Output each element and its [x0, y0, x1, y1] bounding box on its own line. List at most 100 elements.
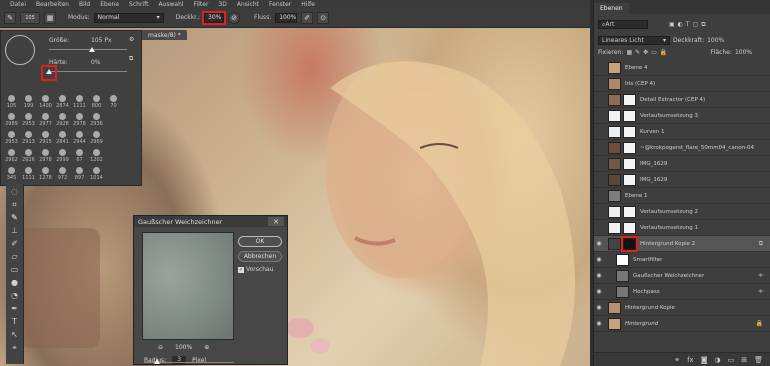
layer-row[interactable]: ◉ Gaußscher Weichzeichner ≑: [594, 268, 770, 284]
zoom-out-icon[interactable]: ⊖: [158, 344, 163, 351]
layer-row[interactable]: IMG_1629: [594, 156, 770, 172]
brush-preset[interactable]: 972: [54, 167, 71, 181]
eraser-icon[interactable]: ▱: [11, 252, 17, 261]
blend-mode-select[interactable]: Lineares Licht ▾: [598, 36, 670, 45]
gear-icon[interactable]: ⚙: [129, 36, 134, 43]
cancel-button[interactable]: Abbrechen: [238, 251, 282, 262]
filter-type-icon[interactable]: T: [686, 21, 690, 28]
layer-opacity-value[interactable]: 100%: [707, 37, 724, 44]
brush-preset[interactable]: [122, 167, 139, 181]
layer-mask-thumbnail[interactable]: [623, 141, 636, 154]
brush-preset[interactable]: [105, 149, 122, 163]
menu-item[interactable]: Datei: [10, 1, 26, 8]
menu-item[interactable]: Bearbeiten: [36, 1, 69, 8]
blur-icon[interactable]: ●: [11, 278, 18, 287]
brush-preset[interactable]: 345: [3, 167, 20, 181]
filter-smart-icon[interactable]: ⧉: [701, 21, 705, 29]
layer-row[interactable]: ◉ Hintergrund 🔒: [594, 316, 770, 332]
trash-icon[interactable]: 🗑: [754, 356, 763, 364]
menu-item[interactable]: 3D: [218, 1, 226, 8]
brush-preset[interactable]: [105, 131, 122, 145]
layer-mask-thumbnail[interactable]: [623, 173, 636, 186]
layer-mask-thumbnail[interactable]: [623, 109, 636, 122]
menu-item[interactable]: Schrift: [129, 1, 148, 8]
blur-preview[interactable]: [142, 232, 234, 340]
layer-mask-thumbnail[interactable]: [623, 221, 636, 234]
visibility-eye-icon[interactable]: ◉: [594, 272, 604, 279]
crop-icon[interactable]: ⌗: [12, 200, 17, 209]
document-tab[interactable]: maske/8) *: [142, 30, 187, 40]
brush-panel-toggle-icon[interactable]: ▦: [44, 11, 56, 24]
flow-input[interactable]: 100%: [275, 12, 298, 23]
brush-preset[interactable]: 1014: [88, 167, 105, 181]
brush-preset[interactable]: [122, 149, 139, 163]
pen-icon[interactable]: ✒: [11, 304, 18, 313]
layer-row[interactable]: IMG_1629: [594, 172, 770, 188]
filter-options-icon[interactable]: ≑: [758, 288, 763, 295]
menu-item[interactable]: Ansicht: [237, 1, 259, 8]
brush-preset[interactable]: [105, 167, 122, 181]
brush-preset[interactable]: 1278: [37, 167, 54, 181]
layer-row[interactable]: ◉ Hochpass ≑: [594, 284, 770, 300]
layer-row[interactable]: ◉ Smartfilter: [594, 252, 770, 268]
pressure-size-icon[interactable]: ⊙: [317, 11, 330, 24]
airbrush-icon[interactable]: ✐: [301, 11, 314, 24]
history-brush-icon[interactable]: ✐: [11, 239, 18, 248]
filter-adjust-icon[interactable]: ◐: [678, 21, 683, 28]
layer-row[interactable]: ◉ Hintergrund Kopie 2 ⧉: [594, 235, 770, 252]
menu-item[interactable]: Fenster: [269, 1, 291, 8]
brush-preset[interactable]: 2936: [88, 113, 105, 127]
group-icon[interactable]: ▭: [728, 356, 735, 364]
brush-preset[interactable]: 2969: [88, 131, 105, 145]
layer-row[interactable]: Verlaufsumsetzung 2: [594, 204, 770, 220]
brush-preset[interactable]: 2999: [54, 149, 71, 163]
brush-tool-icon[interactable]: ✎: [4, 11, 16, 24]
mode-select[interactable]: Normal ▾: [93, 12, 164, 23]
brush-icon[interactable]: ✎: [11, 213, 18, 222]
ok-button[interactable]: OK: [238, 236, 282, 247]
brush-preset[interactable]: 2953: [20, 113, 37, 127]
preview-checkbox[interactable]: ✓ Vorschau: [238, 266, 273, 273]
brush-preset[interactable]: 199: [20, 95, 37, 109]
layer-row[interactable]: Verlaufsumsetzung 1: [594, 220, 770, 236]
lock-pixels-icon[interactable]: ▦: [626, 49, 632, 56]
lock-paint-icon[interactable]: ✎: [635, 49, 640, 56]
brush-preset[interactable]: 2841: [54, 131, 71, 145]
layer-mask-thumbnail[interactable]: [623, 157, 636, 170]
brush-preset[interactable]: 2926: [20, 149, 37, 163]
brush-preset[interactable]: 2978: [71, 113, 88, 127]
size-slider-knob[interactable]: [88, 47, 95, 52]
layer-row[interactable]: Ebene 4: [594, 60, 770, 76]
brush-preset[interactable]: 2915: [37, 131, 54, 145]
brush-preset[interactable]: 2977: [37, 113, 54, 127]
menu-item[interactable]: Hilfe: [301, 1, 315, 8]
menu-item[interactable]: Bild: [79, 1, 90, 8]
brush-preset[interactable]: 1111: [71, 95, 88, 109]
close-icon[interactable]: ✕: [268, 217, 284, 226]
layer-row[interactable]: Kurven 1: [594, 124, 770, 140]
brush-preset[interactable]: 1400: [37, 95, 54, 109]
dialog-title-bar[interactable]: Gaußscher Weichzeichner ✕: [134, 216, 287, 227]
brush-preset[interactable]: 2928: [54, 113, 71, 127]
visibility-eye-icon[interactable]: ◉: [594, 240, 604, 247]
filter-options-icon[interactable]: ≑: [758, 272, 763, 279]
brush-preset[interactable]: 1111: [20, 167, 37, 181]
dodge-icon[interactable]: ◔: [11, 291, 18, 300]
brush-preset[interactable]: 2944: [71, 131, 88, 145]
menu-item[interactable]: Filter: [194, 1, 209, 8]
add-mask-icon[interactable]: ◙: [701, 356, 708, 364]
brush-preset[interactable]: [122, 131, 139, 145]
filter-pixel-icon[interactable]: ▣: [669, 21, 675, 28]
brush-preset-picker[interactable]: 105: [20, 11, 40, 24]
menu-item[interactable]: Ebene: [100, 1, 119, 8]
zoom-in-icon[interactable]: ⊕: [204, 344, 209, 351]
brush-angle-widget[interactable]: [5, 35, 35, 65]
fill-value[interactable]: 100%: [735, 49, 752, 56]
type-icon[interactable]: T: [12, 317, 17, 326]
new-layer-icon[interactable]: ⊞: [741, 356, 747, 364]
layer-mask-thumbnail[interactable]: [623, 205, 636, 218]
filter-shape-icon[interactable]: ▢: [693, 21, 699, 28]
brush-preset[interactable]: 105: [3, 95, 20, 109]
filter-select[interactable]: ⌕ Art: [598, 20, 648, 29]
brush-preset[interactable]: 2978: [37, 149, 54, 163]
